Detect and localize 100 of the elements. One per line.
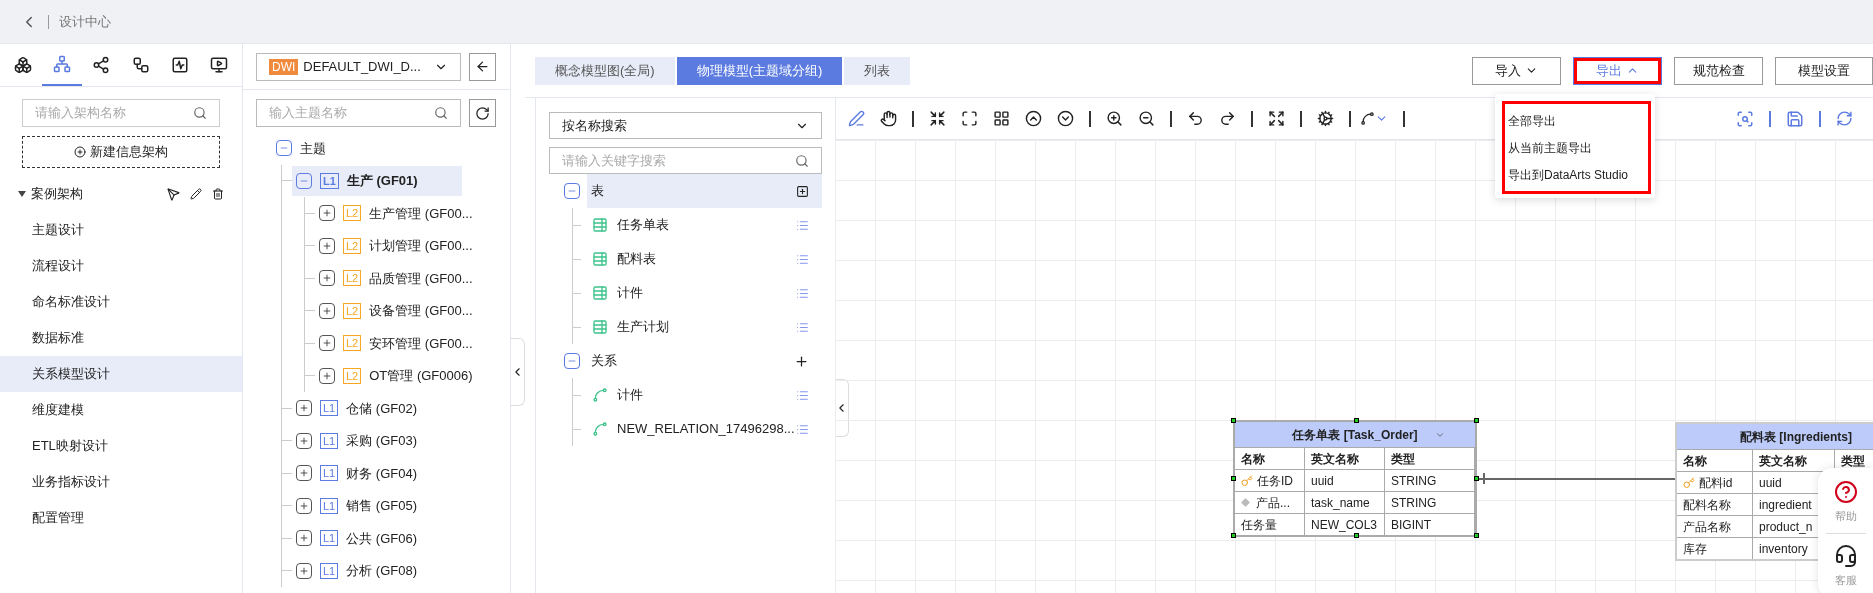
search-icon[interactable]	[1736, 109, 1754, 128]
tree-group[interactable]: 表	[587, 174, 822, 208]
sidebar-item[interactable]: 关系模型设计	[0, 356, 242, 392]
expand-toggle[interactable]	[319, 302, 335, 319]
edit-icon[interactable]	[190, 188, 202, 200]
menu-icon[interactable]	[796, 422, 809, 436]
expand-toggle[interactable]	[296, 432, 312, 449]
sidebar-item[interactable]: 业务指标设计	[0, 464, 242, 500]
sidebar-item[interactable]: 主题设计	[0, 212, 242, 248]
tree-item[interactable]: 任务单表	[617, 215, 796, 235]
expand-toggle[interactable]	[319, 270, 335, 287]
tree-node[interactable]: L2 安环管理 (GF00...	[315, 328, 485, 359]
tree-node[interactable]: L1 仓储 (GF02)	[292, 393, 462, 424]
tree-node[interactable]: L2 OT管理 (GF0006)	[315, 360, 485, 391]
tree-node[interactable]: L2 计划管理 (GF00...	[315, 230, 485, 261]
sidebar-item[interactable]: 流程设计	[0, 248, 242, 284]
back-button[interactable]	[469, 52, 496, 81]
view-tab[interactable]: 列表	[844, 56, 911, 85]
caret-icon[interactable]	[18, 191, 26, 197]
undo-icon[interactable]	[1187, 110, 1204, 127]
pen-icon[interactable]	[848, 110, 865, 127]
expand-toggle[interactable]	[319, 237, 335, 254]
menu-icon[interactable]	[796, 388, 809, 402]
resize-handle[interactable]	[1474, 476, 1479, 481]
tree-node[interactable]: 主题	[272, 133, 442, 164]
resize-handle[interactable]	[1474, 533, 1479, 538]
sidebar-item[interactable]: 维度建模	[0, 392, 242, 428]
grid-icon[interactable]	[993, 110, 1010, 127]
sidebar-item[interactable]: 配置管理	[0, 500, 242, 536]
menu-item[interactable]: 导出到DataArts Studio	[1508, 161, 1645, 188]
menu-item[interactable]: 全部导出	[1508, 107, 1645, 134]
view-tab[interactable]: 物理模型(主题域分组)	[676, 56, 843, 85]
redo-icon[interactable]	[1219, 110, 1236, 127]
expand-toggle[interactable]	[319, 205, 335, 222]
expand-icon[interactable]	[1268, 110, 1285, 127]
expand-toggle[interactable]	[296, 465, 312, 482]
tree-group-label[interactable]: 案例架构	[31, 184, 167, 204]
menu-item[interactable]: 从当前主题导出	[1508, 134, 1645, 161]
collapse-toggle[interactable]	[564, 353, 580, 369]
settings-icon[interactable]	[1317, 110, 1334, 127]
dropdown[interactable]: DWI DEFAULT_DWI_D...	[256, 52, 461, 81]
tree-node[interactable]: L2 设备管理 (GF00...	[315, 295, 485, 326]
expand-toggle[interactable]	[296, 562, 312, 579]
expand-toggle[interactable]	[319, 335, 335, 352]
resize-handle[interactable]	[1231, 476, 1236, 481]
entity-table[interactable]: 任务单表 [Task_Order] 名称 英文名称 类型 任务ID uuid STRING 产品... task_name STRING 任务量 NEW_COL3 BIGINT	[1233, 420, 1477, 537]
resize-handle[interactable]	[1231, 533, 1236, 538]
connector-style-icon[interactable]	[1360, 111, 1388, 126]
collapse-toggle[interactable]	[276, 140, 292, 157]
up-icon[interactable]	[1025, 110, 1042, 127]
sidebar-item[interactable]: 命名标准设计	[0, 284, 242, 320]
fullscreen-icon[interactable]	[961, 110, 978, 127]
resize-handle[interactable]	[1231, 418, 1236, 423]
action-button[interactable]: 导出	[1573, 56, 1662, 85]
search-mode-select[interactable]: 按名称搜索	[549, 112, 822, 139]
tree-node[interactable]: L1 分析 (GF08)	[292, 555, 462, 586]
tree-node[interactable]: L1 生产 (GF01)	[292, 165, 462, 196]
resize-handle[interactable]	[1474, 418, 1479, 423]
tree-node[interactable]: L1 财务 (GF04)	[292, 458, 462, 489]
sidebar-item[interactable]: 数据标准	[0, 320, 242, 356]
tree-item[interactable]: 生产计划	[617, 317, 796, 337]
action-button[interactable]: 规范检查	[1674, 56, 1763, 85]
add-icon[interactable]	[794, 353, 809, 369]
headset-icon[interactable]	[1833, 543, 1858, 568]
tree-node[interactable]: L2 生产管理 (GF00...	[315, 198, 485, 229]
expand-toggle[interactable]	[296, 400, 312, 417]
tree-node[interactable]: L1 公共 (GF06)	[292, 523, 462, 554]
new-architecture-button[interactable]: 新建信息架构	[22, 136, 220, 168]
send-icon[interactable]	[167, 187, 180, 201]
hand-icon[interactable]	[880, 110, 897, 127]
tree-item[interactable]: 计件	[617, 283, 796, 303]
collapse-toggle[interactable]	[296, 172, 312, 189]
zoom-in-icon[interactable]	[1106, 110, 1123, 127]
expand-toggle[interactable]	[296, 530, 312, 547]
down-icon[interactable]	[1057, 110, 1074, 127]
action-button[interactable]: 模型设置	[1775, 56, 1873, 85]
menu-icon[interactable]	[796, 252, 809, 266]
tree-item[interactable]: 计件	[617, 385, 796, 405]
add-table-icon[interactable]	[796, 184, 809, 198]
menu-icon[interactable]	[796, 218, 809, 232]
shrink-icon[interactable]	[929, 110, 946, 127]
sidebar-item[interactable]: ETL映射设计	[0, 428, 242, 464]
collapse-toggle[interactable]	[564, 183, 580, 199]
tree-item[interactable]: NEW_RELATION_17496298...	[617, 419, 796, 439]
tree-node[interactable]: L2 品质管理 (GF00...	[315, 263, 485, 294]
tree-group[interactable]: 关系	[587, 344, 822, 378]
refresh-icon[interactable]	[1836, 110, 1853, 127]
refresh-button[interactable]	[469, 99, 496, 127]
delete-icon[interactable]	[212, 188, 224, 200]
zoom-out-icon[interactable]	[1138, 110, 1155, 127]
resize-handle[interactable]	[1354, 533, 1359, 538]
expand-toggle[interactable]	[319, 367, 335, 384]
tree-item[interactable]: 配料表	[617, 249, 796, 269]
view-tab[interactable]: 概念模型图(全局)	[535, 56, 675, 85]
tree-node[interactable]: L1 采购 (GF03)	[292, 425, 462, 456]
save-icon[interactable]	[1786, 109, 1804, 128]
expand-toggle[interactable]	[296, 497, 312, 514]
help-icon[interactable]	[1833, 480, 1858, 504]
menu-icon[interactable]	[796, 320, 809, 334]
menu-icon[interactable]	[796, 286, 809, 300]
